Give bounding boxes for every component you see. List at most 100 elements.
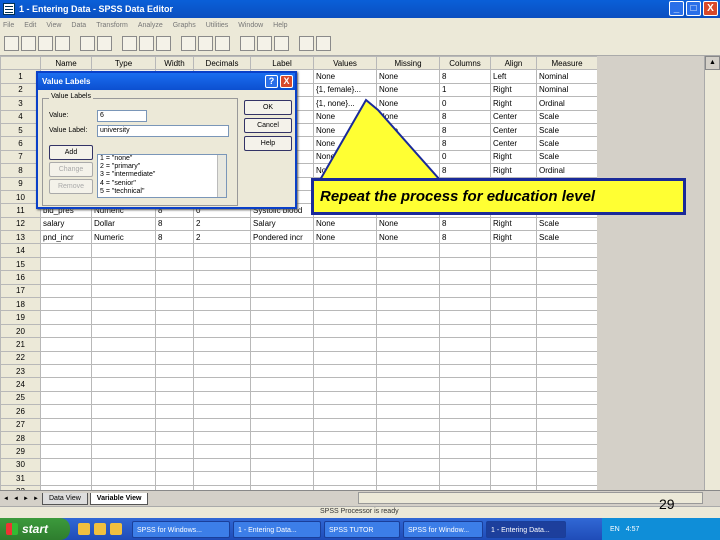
menu-transform[interactable]: Transform xyxy=(96,22,128,29)
value-input[interactable]: 6 xyxy=(97,110,147,122)
columns-cell[interactable] xyxy=(439,323,491,339)
align-cell[interactable] xyxy=(490,270,537,285)
redo-icon[interactable] xyxy=(97,36,112,51)
row-number[interactable]: 11 xyxy=(0,203,41,218)
row-number[interactable]: 29 xyxy=(0,444,41,459)
taskbar-item[interactable]: SPSS for Window... xyxy=(403,520,483,538)
align-cell[interactable] xyxy=(490,457,537,473)
width-cell[interactable] xyxy=(155,363,194,379)
type-cell[interactable] xyxy=(91,457,156,473)
values-cell[interactable]: None xyxy=(313,69,377,84)
name-cell[interactable] xyxy=(40,457,92,473)
align-cell[interactable]: Right xyxy=(490,230,537,245)
measure-cell[interactable]: Ordinal xyxy=(536,96,598,111)
type-cell[interactable] xyxy=(91,363,156,379)
row-number[interactable]: 19 xyxy=(0,310,41,325)
tab-next-icon[interactable]: ► xyxy=(22,494,30,504)
quick-launch-icon[interactable] xyxy=(78,523,90,535)
measure-cell[interactable] xyxy=(536,243,598,258)
taskbar-item[interactable]: SPSS TUTOR xyxy=(324,520,400,538)
columns-cell[interactable] xyxy=(439,444,491,459)
columns-cell[interactable]: 8 xyxy=(439,230,491,245)
missing-cell[interactable]: None xyxy=(376,163,440,178)
decimals-cell[interactable] xyxy=(193,404,251,419)
align-cell[interactable] xyxy=(490,430,537,446)
missing-cell[interactable] xyxy=(376,337,440,352)
label-cell[interactable]: Pondered incr xyxy=(250,230,314,245)
label-cell[interactable] xyxy=(250,390,314,406)
measure-cell[interactable] xyxy=(536,297,598,312)
help-button[interactable]: Help xyxy=(244,136,292,151)
quick-launch-icon[interactable] xyxy=(110,523,122,535)
type-cell[interactable] xyxy=(91,404,156,419)
goto-case-icon[interactable] xyxy=(139,36,154,51)
row-number[interactable]: 25 xyxy=(0,390,41,406)
align-cell[interactable]: Right xyxy=(490,82,537,98)
type-cell[interactable]: Numeric xyxy=(91,230,156,245)
columns-cell[interactable]: 8 xyxy=(439,69,491,84)
undo-icon[interactable] xyxy=(80,36,95,51)
measure-cell[interactable]: Scale xyxy=(536,136,598,151)
list-item[interactable]: 3 = "intermediate" xyxy=(100,171,226,179)
taskbar-item[interactable]: 1 - Entering Data... xyxy=(233,520,321,538)
columns-cell[interactable] xyxy=(439,243,491,258)
align-cell[interactable] xyxy=(490,390,537,406)
start-button[interactable]: start xyxy=(0,518,70,540)
menu-edit[interactable]: Edit xyxy=(24,22,36,29)
name-cell[interactable] xyxy=(40,390,92,406)
values-cell[interactable] xyxy=(313,337,377,352)
width-cell[interactable] xyxy=(155,337,194,352)
width-cell[interactable] xyxy=(155,350,194,365)
missing-cell[interactable]: None xyxy=(376,136,440,151)
menu-window[interactable]: Window xyxy=(238,22,263,29)
width-cell[interactable] xyxy=(155,457,194,473)
values-cell[interactable] xyxy=(313,457,377,473)
missing-cell[interactable]: None xyxy=(376,109,440,124)
row-number[interactable]: 14 xyxy=(0,243,41,258)
decimals-cell[interactable] xyxy=(193,390,251,406)
label-cell[interactable] xyxy=(250,323,314,339)
scroll-up-icon[interactable]: ▲ xyxy=(705,56,720,70)
missing-cell[interactable] xyxy=(376,430,440,446)
align-cell[interactable]: Right xyxy=(490,96,537,111)
missing-cell[interactable] xyxy=(376,256,440,272)
columns-cell[interactable]: 8 xyxy=(439,216,491,232)
label-cell[interactable] xyxy=(250,243,314,258)
values-cell[interactable] xyxy=(313,323,377,339)
row-number[interactable]: 28 xyxy=(0,430,41,446)
missing-cell[interactable]: None xyxy=(376,230,440,245)
measure-cell[interactable] xyxy=(536,417,598,432)
row-number[interactable]: 18 xyxy=(0,297,41,312)
missing-cell[interactable]: None xyxy=(376,96,440,111)
column-header[interactable]: Type xyxy=(91,56,156,71)
align-cell[interactable] xyxy=(490,323,537,339)
tab-variable-view[interactable]: Variable View xyxy=(89,492,149,505)
row-number[interactable]: 9 xyxy=(0,176,41,191)
values-cell[interactable]: {1, female}... xyxy=(313,82,377,98)
decimals-cell[interactable] xyxy=(193,256,251,272)
width-cell[interactable] xyxy=(155,430,194,446)
missing-cell[interactable] xyxy=(376,243,440,258)
save-icon[interactable] xyxy=(21,36,36,51)
value-label-input[interactable]: university xyxy=(97,125,229,137)
column-header[interactable]: Label xyxy=(250,56,314,71)
missing-cell[interactable] xyxy=(376,417,440,432)
values-cell[interactable] xyxy=(313,471,377,486)
values-cell[interactable] xyxy=(313,310,377,325)
label-cell[interactable] xyxy=(250,270,314,285)
columns-cell[interactable] xyxy=(439,404,491,419)
tab-data-view[interactable]: Data View xyxy=(42,492,88,505)
maximize-button[interactable]: □ xyxy=(686,1,701,16)
values-cell[interactable] xyxy=(313,270,377,285)
width-cell[interactable]: 8 xyxy=(155,216,194,232)
list-item[interactable]: 1 = "none" xyxy=(100,155,226,163)
type-cell[interactable] xyxy=(91,350,156,365)
menu-view[interactable]: View xyxy=(46,22,61,29)
split-file-icon[interactable] xyxy=(240,36,255,51)
columns-cell[interactable] xyxy=(439,363,491,379)
measure-cell[interactable]: Scale xyxy=(536,149,598,165)
type-cell[interactable]: Dollar xyxy=(91,216,156,232)
width-cell[interactable]: 8 xyxy=(155,230,194,245)
values-cell[interactable]: None xyxy=(313,230,377,245)
ok-button[interactable]: OK xyxy=(244,100,292,115)
